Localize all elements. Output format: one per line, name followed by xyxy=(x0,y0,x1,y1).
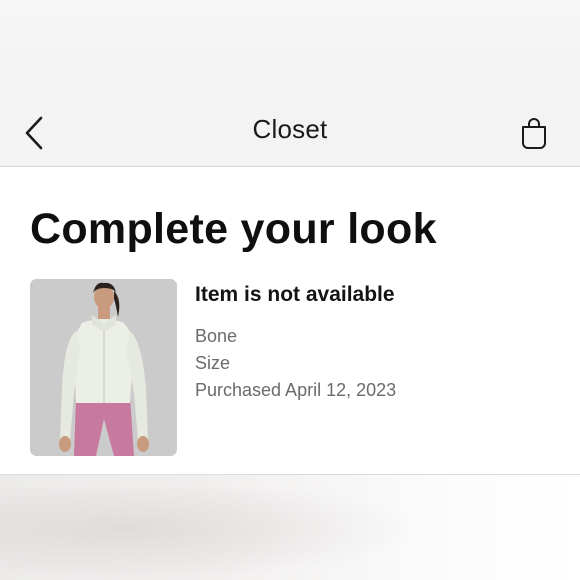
product-color: Bone xyxy=(195,326,238,346)
navigation-bar: Closet xyxy=(0,100,580,167)
shopping-bag-icon xyxy=(522,118,546,149)
content-section: Complete your look Item is not available… xyxy=(0,167,580,475)
blurred-content xyxy=(0,487,420,580)
product-card[interactable]: Item is not available Bone Size Purchase… xyxy=(30,279,550,457)
closet-screen: Closet Complete your look Item is not av… xyxy=(0,0,580,580)
shopping-bag-button[interactable] xyxy=(518,114,550,152)
product-photo xyxy=(30,279,177,456)
purchase-date: Purchased April 12, 2023 xyxy=(195,380,397,400)
next-card-preview xyxy=(0,475,580,580)
status-area xyxy=(0,0,580,100)
product-info: Item is not available Bone Size Purchase… xyxy=(195,283,396,404)
product-image[interactable] xyxy=(30,279,177,456)
section-heading: Complete your look xyxy=(30,205,437,253)
product-size: Size xyxy=(195,353,231,373)
page-title: Closet xyxy=(252,114,328,144)
availability-status: Item is not available xyxy=(195,283,395,306)
